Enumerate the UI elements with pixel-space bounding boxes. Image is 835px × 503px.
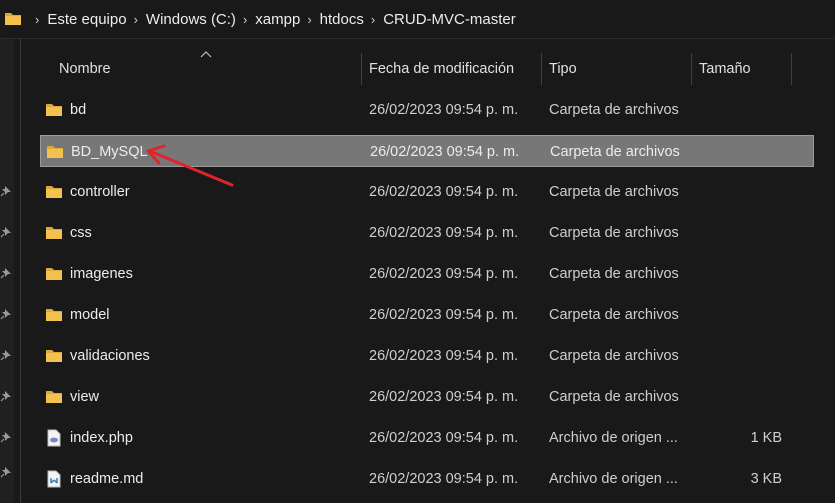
file-name: view <box>70 389 100 405</box>
breadcrumb-item[interactable]: xampp <box>255 11 300 28</box>
breadcrumb-item[interactable]: Windows (C:) <box>146 11 236 28</box>
file-row[interactable]: BD_MySQL 26/02/2023 09:54 p. m. Carpeta de… <box>40 135 814 167</box>
file-size: 1 KB <box>750 430 782 446</box>
column-header-name[interactable]: Nombre <box>59 61 111 77</box>
file-name: validaciones <box>70 348 150 364</box>
breadcrumb-item[interactable]: CRUD-MVC-master <box>383 11 516 28</box>
pin-icon[interactable] <box>0 267 12 279</box>
column-divider[interactable] <box>691 53 692 85</box>
file-date: 26/02/2023 09:54 p. m. <box>370 144 520 160</box>
file-date: 26/02/2023 09:54 p. m. <box>369 348 519 364</box>
file-type: Carpeta de archivos <box>549 225 679 241</box>
file-row[interactable]: index.php 26/02/2023 09:54 p. m. Archivo d… <box>40 422 814 454</box>
file-name: index.php <box>70 430 133 446</box>
column-header-type[interactable]: Tipo <box>549 61 577 77</box>
pin-icon[interactable] <box>0 226 12 238</box>
file-type: Carpeta de archivos <box>549 348 679 364</box>
folder-icon <box>46 350 62 362</box>
file-type: Carpeta de archivos <box>549 266 679 282</box>
file-name: bd <box>70 102 87 118</box>
file-row[interactable]: validaciones 26/02/2023 09:54 p. m. Carpet… <box>40 340 814 372</box>
file-name: css <box>70 225 92 241</box>
file-row[interactable]: css 26/02/2023 09:54 p. m. Carpeta de arch… <box>40 217 814 249</box>
php-file-icon <box>47 429 61 447</box>
column-header-size[interactable]: Tamaño <box>699 61 751 77</box>
file-date: 26/02/2023 09:54 p. m. <box>369 471 519 487</box>
pin-icon[interactable] <box>0 390 12 402</box>
file-row[interactable]: model 26/02/2023 09:54 p. m. Carpeta de ar… <box>40 299 814 331</box>
file-date: 26/02/2023 09:54 p. m. <box>369 307 519 323</box>
column-divider[interactable] <box>361 53 362 85</box>
breadcrumb: › Este equipo › Windows (C:) › xampp › htdocs › C… <box>28 0 516 38</box>
breadcrumb-item[interactable]: Este equipo <box>47 11 126 28</box>
file-date: 26/02/2023 09:54 p. m. <box>369 225 519 241</box>
file-row[interactable]: readme.md 26/02/2023 09:54 p. m. Archivo d… <box>40 463 814 495</box>
file-row[interactable]: controller 26/02/2023 09:54 p. m. Carpeta … <box>40 176 814 208</box>
folder-icon <box>46 391 62 403</box>
column-header-date[interactable]: Fecha de modificación <box>369 61 514 77</box>
folder-icon <box>47 146 63 158</box>
pin-icon[interactable] <box>0 349 12 361</box>
column-header-row: Nombre Fecha de modificación Tipo Tamaño <box>0 51 835 87</box>
folder-icon <box>46 268 62 280</box>
file-name: model <box>70 307 110 323</box>
file-row[interactable]: bd 26/02/2023 09:54 p. m. Carpeta de archi… <box>40 94 814 126</box>
file-name: imagenes <box>70 266 133 282</box>
folder-icon <box>46 227 62 239</box>
folder-icon <box>46 309 62 321</box>
file-type: Carpeta de archivos <box>549 102 679 118</box>
file-date: 26/02/2023 09:54 p. m. <box>369 184 519 200</box>
file-row[interactable]: view 26/02/2023 09:54 p. m. Carpeta de arc… <box>40 381 814 413</box>
file-type: Archivo de origen ... <box>549 471 678 487</box>
file-type: Carpeta de archivos <box>549 184 679 200</box>
pin-icon[interactable] <box>0 431 12 443</box>
address-bar[interactable]: › Este equipo › Windows (C:) › xampp › htdocs › C… <box>0 0 835 38</box>
chevron-right-icon[interactable]: › <box>134 12 138 27</box>
breadcrumb-item[interactable]: htdocs <box>320 11 364 28</box>
column-divider[interactable] <box>541 53 542 85</box>
file-row[interactable]: imagenes 26/02/2023 09:54 p. m. Carpeta de… <box>40 258 814 290</box>
column-divider[interactable] <box>791 53 792 85</box>
file-type: Carpeta de archivos <box>549 307 679 323</box>
file-name: BD_MySQL <box>71 144 148 160</box>
file-name: readme.md <box>70 471 144 487</box>
markdown-file-icon <box>47 470 61 488</box>
file-date: 26/02/2023 09:54 p. m. <box>369 102 519 118</box>
pin-icon[interactable] <box>0 185 12 197</box>
chevron-right-icon[interactable]: › <box>35 12 39 27</box>
chevron-right-icon[interactable]: › <box>243 12 247 27</box>
chevron-right-icon[interactable]: › <box>371 12 375 27</box>
divider <box>0 38 835 39</box>
folder-icon <box>46 104 62 116</box>
file-type: Carpeta de archivos <box>549 389 679 405</box>
file-name: controller <box>70 184 130 200</box>
file-date: 26/02/2023 09:54 p. m. <box>369 389 519 405</box>
file-date: 26/02/2023 09:54 p. m. <box>369 430 519 446</box>
file-type: Archivo de origen ... <box>549 430 678 446</box>
file-date: 26/02/2023 09:54 p. m. <box>369 266 519 282</box>
folder-icon <box>46 186 62 198</box>
pin-icon[interactable] <box>0 308 12 320</box>
file-size: 3 KB <box>750 471 782 487</box>
pin-icon[interactable] <box>0 466 12 478</box>
sort-ascending-icon <box>200 51 212 58</box>
folder-icon <box>5 13 21 25</box>
pane-splitter[interactable] <box>20 39 21 503</box>
chevron-right-icon[interactable]: › <box>307 12 311 27</box>
file-type: Carpeta de archivos <box>550 144 680 160</box>
